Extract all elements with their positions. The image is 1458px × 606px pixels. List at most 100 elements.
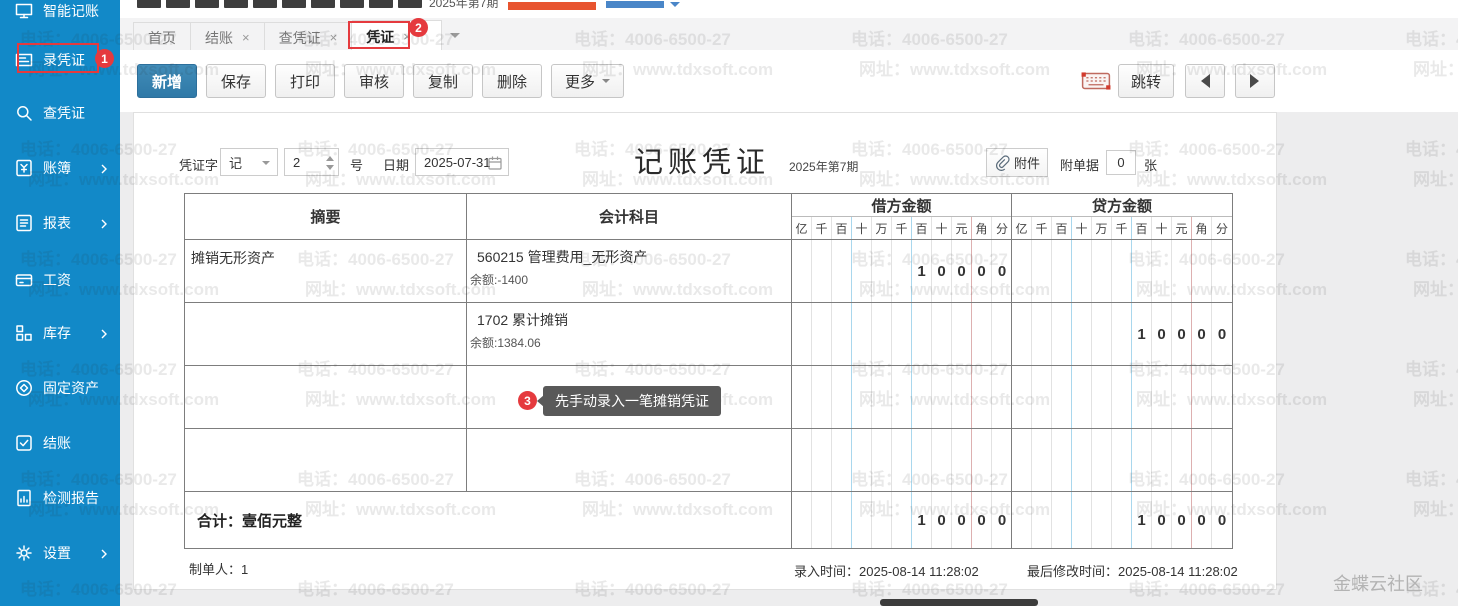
voucher-word-select[interactable]: 记 xyxy=(220,148,278,176)
amount-digit-grid[interactable]: 10000 xyxy=(792,240,1011,302)
digit-text: 元 xyxy=(1175,220,1187,237)
sidebar-item-库存[interactable]: 库存 xyxy=(0,318,120,348)
watermark-phone-text: 电话：4006-6500-27 xyxy=(1405,245,1458,270)
watermark-site-text: 网址：www.tdxsoft.com xyxy=(1413,275,1458,300)
tab-close-icon[interactable]: × xyxy=(242,30,250,45)
debit-cell[interactable] xyxy=(792,429,1012,491)
digit-text: 0 xyxy=(998,512,1006,529)
digit-cell xyxy=(812,240,832,302)
digit-cell xyxy=(1092,429,1112,491)
sidebar-item-结账[interactable]: 结账 xyxy=(0,428,120,458)
digit-cell xyxy=(1112,240,1132,302)
watermark-site-text: 网址：www.tdxsoft.com xyxy=(1413,385,1458,410)
clipped-link-text[interactable] xyxy=(606,1,664,8)
digit-cell xyxy=(1052,240,1072,302)
digit-cell xyxy=(852,366,872,428)
sidebar-item-label: 报表 xyxy=(43,213,71,233)
toolbar-button-打印[interactable]: 打印 xyxy=(275,64,335,98)
jump-button[interactable]: 跳转 xyxy=(1118,64,1174,98)
toolbar-button-删除[interactable]: 删除 xyxy=(482,64,542,98)
date-input[interactable]: 2025-07-31 xyxy=(415,148,509,176)
sidebar-item-检测报告[interactable]: 检测报告 xyxy=(0,483,120,513)
summary-cell[interactable] xyxy=(185,429,467,491)
digit-cell xyxy=(1052,303,1072,365)
clipped-page-header: 2025年第7期 xyxy=(120,0,1458,18)
digit-cell: 0 xyxy=(932,240,952,302)
amount-digit-grid[interactable]: 10000 xyxy=(1012,492,1232,548)
sidebar-item-工资[interactable]: 工资 xyxy=(0,265,120,295)
amount-digit-grid[interactable] xyxy=(792,303,1011,365)
sidebar-item-账簿[interactable]: 账簿 xyxy=(0,153,120,183)
digit-cell xyxy=(1052,492,1072,548)
more-button[interactable]: 更多 xyxy=(551,64,624,98)
table-row[interactable]: 摊销无形资产560215 管理费用_无形资产余额:-140010000 xyxy=(185,240,1232,303)
sidebar-item-报表[interactable]: 报表 xyxy=(0,208,120,238)
digit-cell xyxy=(1052,366,1072,428)
tab-label: 首页 xyxy=(148,28,176,48)
amount-digit-grid[interactable] xyxy=(1012,429,1232,491)
debit-cell[interactable]: 10000 xyxy=(792,240,1012,302)
credit-header: 贷方金额 xyxy=(1012,194,1232,217)
digit-text: 千 xyxy=(1035,220,1047,237)
digit-cell xyxy=(1152,366,1172,428)
debit-cell[interactable] xyxy=(792,303,1012,365)
closing-icon xyxy=(14,433,34,453)
debit-cell[interactable] xyxy=(792,366,1012,428)
account-cell[interactable]: 1702 累计摊销余额:1384.06 xyxy=(467,303,792,365)
amount-digit-grid[interactable]: 10000 xyxy=(792,492,1011,548)
tab-首页[interactable]: 首页 xyxy=(133,22,191,53)
tab-close-icon[interactable]: × xyxy=(330,30,338,45)
digit-cell xyxy=(1032,366,1052,428)
credit-cell[interactable] xyxy=(1012,429,1232,491)
toolbar-button-审核[interactable]: 审核 xyxy=(344,64,404,98)
digit-cell: 0 xyxy=(952,492,972,548)
digit-text: 0 xyxy=(977,263,985,280)
add-button[interactable]: 新增 xyxy=(137,64,197,98)
toolbar-button-保存[interactable]: 保存 xyxy=(206,64,266,98)
tab-结账[interactable]: 结账× xyxy=(191,22,265,53)
digit-text: 1 xyxy=(1137,512,1145,529)
account-cell[interactable] xyxy=(467,429,792,491)
summary-cell[interactable]: 摊销无形资产 xyxy=(185,240,467,302)
modified-time-text: 最后修改时间：2025-08-14 11:28:02 xyxy=(1027,561,1238,580)
sidebar-item-固定资产[interactable]: 固定资产 xyxy=(0,373,120,403)
digit-cell: 0 xyxy=(972,492,992,548)
digit-cell xyxy=(952,366,972,428)
watermark-phone-text: 电话：4006-6500-27 xyxy=(1405,465,1458,490)
chevron-down-icon[interactable] xyxy=(670,2,680,12)
digit-cell xyxy=(1052,429,1072,491)
amount-digit-grid[interactable] xyxy=(792,429,1011,491)
sidebar-item-智能记账[interactable]: 智能记账 xyxy=(0,0,120,26)
prev-voucher-button[interactable] xyxy=(1185,64,1225,98)
digit-cell xyxy=(1212,366,1232,428)
account-cell[interactable]: 560215 管理费用_无形资产余额:-1400 xyxy=(467,240,792,302)
next-voucher-button[interactable] xyxy=(1235,64,1275,98)
amount-digit-grid[interactable] xyxy=(792,366,1011,428)
sidebar-item-查凭证[interactable]: 查凭证 xyxy=(0,98,120,128)
total-credit-cell: 10000 xyxy=(1012,492,1232,548)
digit-text: 角 xyxy=(1195,220,1207,237)
summary-cell[interactable] xyxy=(185,366,467,428)
tabs-dropdown-caret[interactable] xyxy=(450,33,460,43)
tab-查凭证[interactable]: 查凭证× xyxy=(265,22,353,53)
keyboard-shortcut-icon[interactable] xyxy=(1078,64,1114,98)
voucher-number-stepper[interactable]: 2 xyxy=(284,148,339,176)
digit-cell xyxy=(1012,240,1032,302)
chevron-right-icon xyxy=(98,547,110,559)
table-row[interactable]: 1702 累计摊销余额:1384.06 10000 xyxy=(185,303,1232,366)
toolbar-button-复制[interactable]: 复制 xyxy=(413,64,473,98)
summary-cell[interactable] xyxy=(185,303,467,365)
calendar-icon[interactable] xyxy=(487,155,503,171)
amount-digit-grid[interactable]: 10000 xyxy=(1012,303,1232,365)
attachment-count-input[interactable]: 0 xyxy=(1106,150,1136,175)
table-row[interactable] xyxy=(185,429,1232,492)
digit-cell: 0 xyxy=(992,240,1012,302)
credit-cell[interactable] xyxy=(1012,240,1232,302)
amount-digit-grid[interactable] xyxy=(1012,240,1232,302)
amount-digit-grid[interactable] xyxy=(1012,366,1232,428)
credit-cell[interactable]: 10000 xyxy=(1012,303,1232,365)
attachment-button[interactable]: 附件 xyxy=(986,148,1048,177)
stepper-arrows[interactable] xyxy=(326,152,334,174)
credit-cell[interactable] xyxy=(1012,366,1232,428)
sidebar-item-设置[interactable]: 设置 xyxy=(0,538,120,568)
